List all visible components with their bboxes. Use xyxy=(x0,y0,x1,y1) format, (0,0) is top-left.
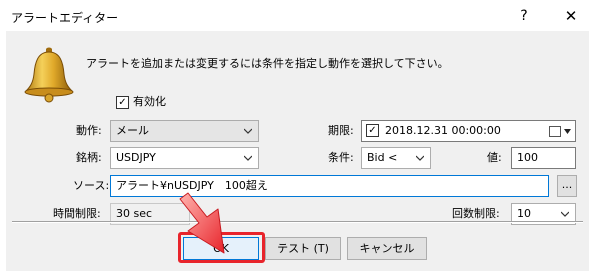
symbol-select[interactable]: USDJPY xyxy=(110,147,259,169)
max-iterations-value: 10 xyxy=(517,207,531,220)
action-select[interactable]: メール xyxy=(110,120,259,142)
chevron-down-icon xyxy=(244,128,252,134)
timeout-value: 30 sec xyxy=(116,207,153,220)
timeout-label: 時間制限: xyxy=(53,207,101,220)
expiry-value: 2018.12.31 00:00:00 xyxy=(385,124,501,137)
action-label: 動作: xyxy=(76,124,102,137)
source-label: ソース: xyxy=(73,179,110,192)
instruction-text: アラートを追加または変更するには条件を指定し動作を選択して下さい。 xyxy=(86,57,449,70)
separator xyxy=(12,221,583,223)
chevron-down-icon xyxy=(244,155,252,161)
enabled-label: 有効化 xyxy=(133,95,166,108)
cancel-button[interactable]: キャンセル xyxy=(347,237,427,260)
pointer-arrow-icon xyxy=(179,192,225,254)
chevron-down-icon xyxy=(561,211,569,217)
browse-button[interactable]: ... xyxy=(557,175,577,197)
action-value: メール xyxy=(116,124,149,137)
bell-icon xyxy=(24,47,74,103)
expiry-checkbox[interactable]: ✓ xyxy=(366,124,379,137)
dropdown-arrow-icon xyxy=(564,129,571,134)
test-button[interactable]: テスト (T) xyxy=(265,237,341,260)
help-button[interactable]: ? xyxy=(512,6,536,26)
condition-label: 条件: xyxy=(328,151,354,164)
dialog-body: アラートを追加または変更するには条件を指定し動作を選択して下さい。 ✓ 有効化 … xyxy=(6,31,589,271)
chevron-down-icon xyxy=(416,155,424,161)
symbol-value: USDJPY xyxy=(116,151,156,164)
max-iterations-label: 回数制限: xyxy=(452,207,500,220)
symbol-label: 銘柄: xyxy=(76,151,102,164)
value-input[interactable]: 100 xyxy=(511,147,576,169)
enabled-checkbox[interactable]: ✓ xyxy=(116,96,129,109)
window-title: アラートエディター xyxy=(11,11,119,25)
value-value: 100 xyxy=(517,151,538,164)
title-bar: アラートエディター ? ✕ xyxy=(0,0,595,31)
condition-select[interactable]: Bid < xyxy=(361,147,431,169)
expiry-datetime-picker[interactable]: ✓ 2018.12.31 00:00:00 xyxy=(361,120,576,142)
condition-value: Bid < xyxy=(367,151,398,164)
calendar-icon[interactable] xyxy=(549,126,561,137)
close-button[interactable]: ✕ xyxy=(559,6,583,26)
value-label: 値: xyxy=(487,151,502,164)
expiry-label: 期限: xyxy=(328,124,354,137)
